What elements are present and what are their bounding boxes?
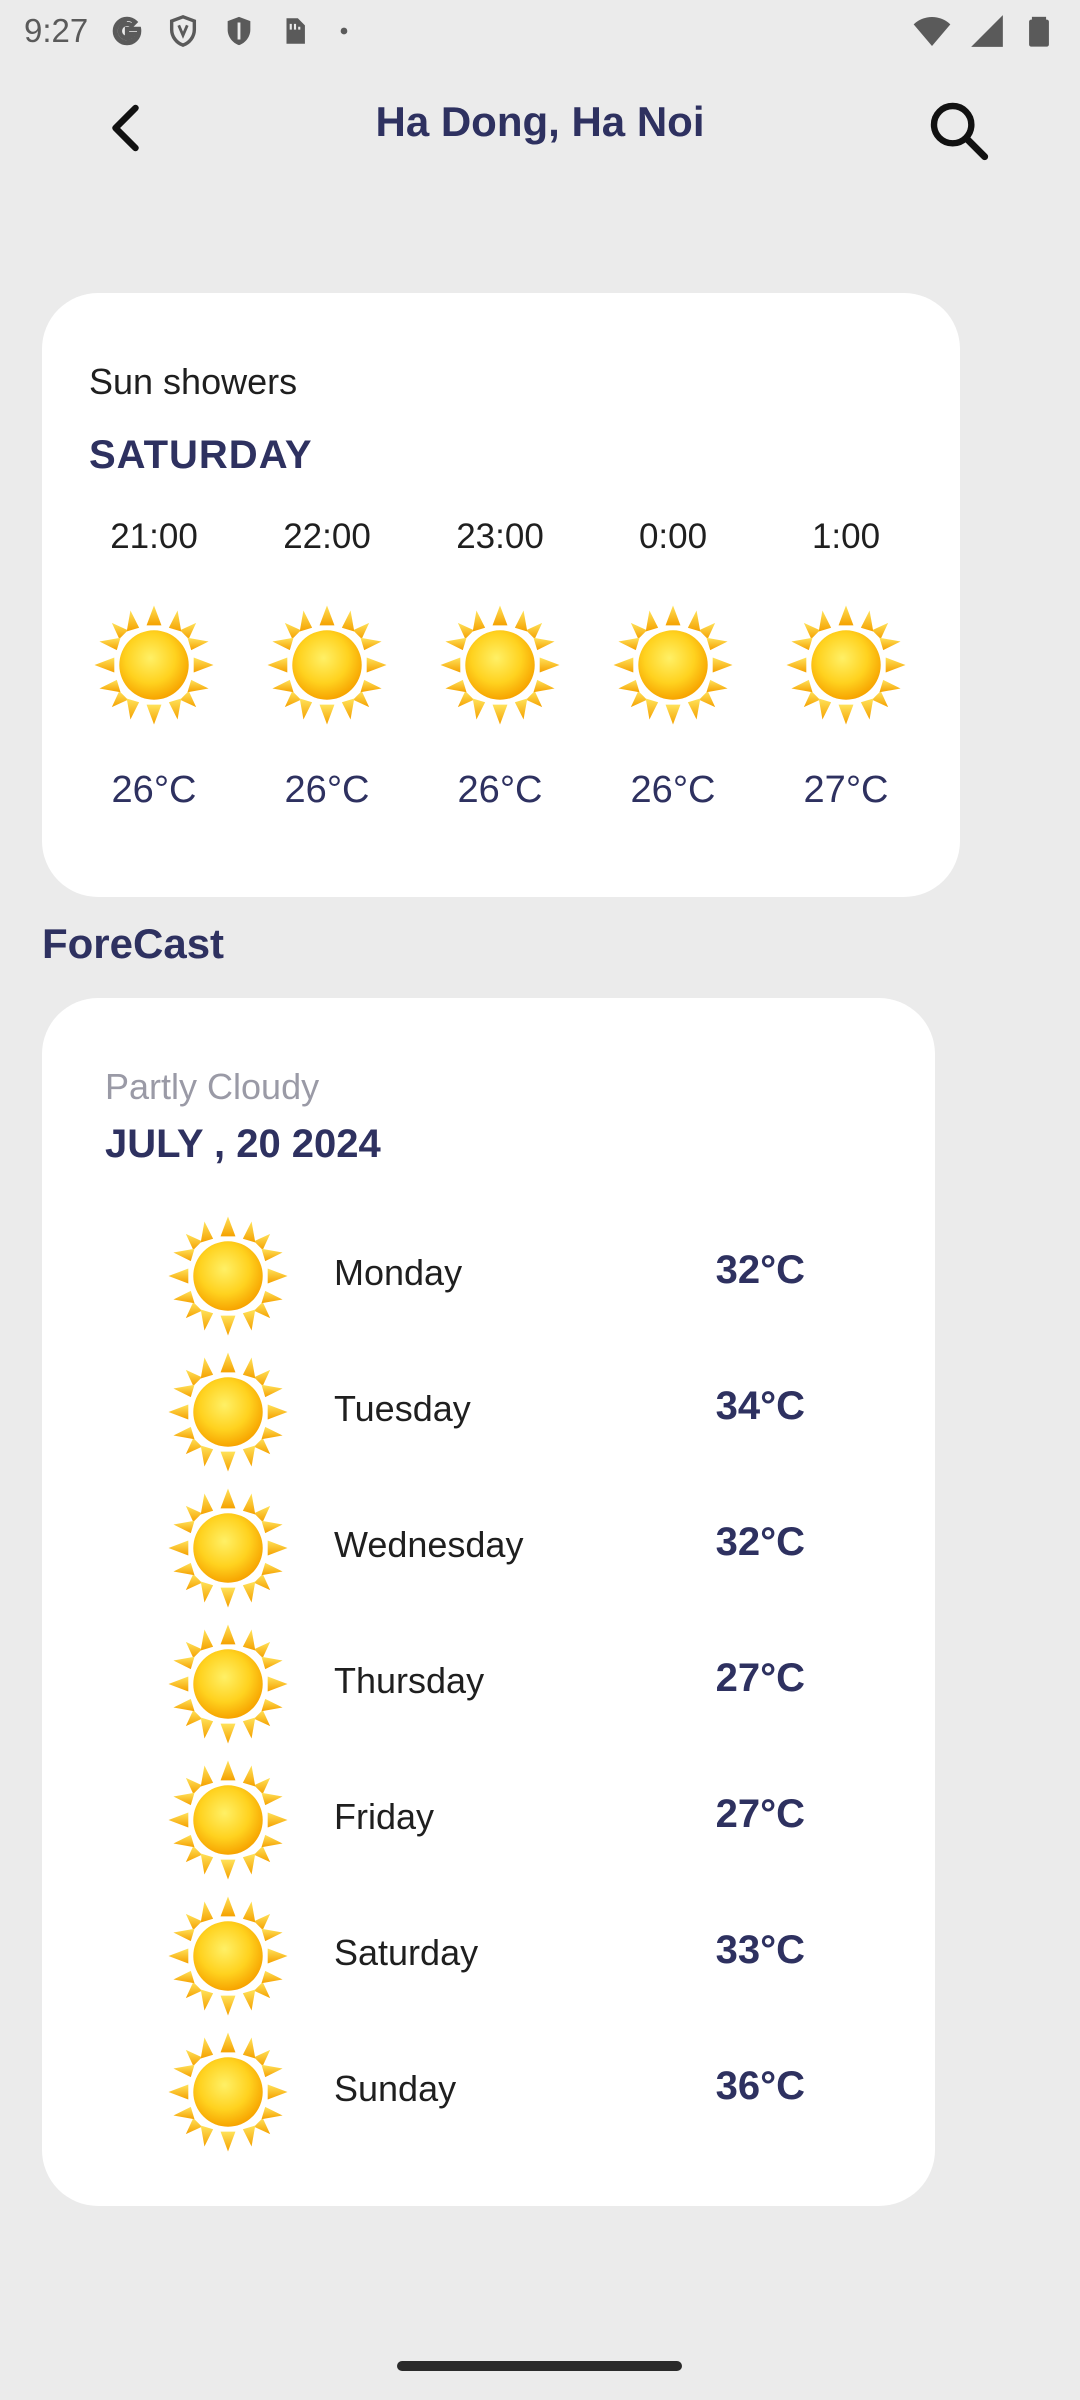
day-temp: 27°C bbox=[715, 1792, 805, 1836]
signal-icon bbox=[971, 15, 1003, 47]
shield-icon bbox=[227, 16, 251, 46]
day-temp: 34°C bbox=[715, 1384, 805, 1428]
sun-icon bbox=[166, 1214, 290, 1338]
sun-icon bbox=[166, 1486, 290, 1610]
wifi-icon bbox=[913, 17, 951, 46]
day-name: Monday bbox=[334, 1252, 463, 1293]
day-temp: 33°C bbox=[715, 1928, 805, 1972]
hour-temp: 26°C bbox=[111, 769, 197, 811]
status-time: 9:27 bbox=[24, 12, 89, 49]
hour-time: 21:00 bbox=[110, 517, 198, 556]
forecast-date: JULY , 20 2024 bbox=[105, 1122, 381, 1166]
hourly-item[interactable]: 22:00 26°C bbox=[263, 513, 391, 853]
hourly-item[interactable]: 1:00 27°C bbox=[782, 513, 910, 853]
sun-icon bbox=[166, 1758, 290, 1882]
day-temp: 32°C bbox=[715, 1520, 805, 1564]
status-bar: 9:27 bbox=[0, 0, 1080, 62]
google-icon bbox=[112, 16, 142, 46]
hour-temp: 26°C bbox=[630, 769, 716, 811]
day-name: Friday bbox=[334, 1796, 435, 1837]
forecast-day-row[interactable]: Tuesday 34°C bbox=[42, 1344, 935, 1480]
forecast-card: Partly Cloudy JULY , 20 2024 Monday 32°C… bbox=[42, 998, 935, 2206]
day-temp: 32°C bbox=[715, 1248, 805, 1292]
sun-icon bbox=[611, 603, 735, 727]
hour-time: 23:00 bbox=[456, 517, 544, 556]
hourly-item[interactable]: 0:00 26°C bbox=[609, 513, 737, 853]
forecast-condition: Partly Cloudy bbox=[105, 1066, 320, 1107]
sun-icon bbox=[784, 603, 908, 727]
battery-icon bbox=[1029, 16, 1049, 47]
sun-icon bbox=[166, 2030, 290, 2154]
hour-time: 1:00 bbox=[811, 517, 881, 556]
app-bar: Ha Dong, Ha Noi bbox=[0, 62, 1080, 192]
day-name: Sunday bbox=[334, 2068, 457, 2109]
day-name: Tuesday bbox=[334, 1388, 471, 1429]
forecast-section-title: ForeCast bbox=[42, 920, 225, 967]
hourly-day: SATURDAY bbox=[89, 433, 313, 477]
hourly-condition: Sun showers bbox=[89, 361, 298, 402]
sun-icon bbox=[265, 603, 389, 727]
hour-time: 22:00 bbox=[283, 517, 371, 556]
search-icon[interactable] bbox=[926, 98, 990, 162]
sun-icon bbox=[166, 1350, 290, 1474]
day-temp: 27°C bbox=[715, 1656, 805, 1700]
day-name: Saturday bbox=[334, 1932, 479, 1973]
sim-card-icon bbox=[286, 18, 306, 44]
home-indicator[interactable] bbox=[397, 2361, 682, 2371]
day-name: Thursday bbox=[334, 1660, 485, 1701]
forecast-day-row[interactable]: Saturday 33°C bbox=[42, 1888, 935, 2024]
forecast-day-row[interactable]: Thursday 27°C bbox=[42, 1616, 935, 1752]
hourly-item[interactable]: 23:00 26°C bbox=[436, 513, 564, 853]
sun-icon bbox=[438, 603, 562, 727]
vpn-shield-icon bbox=[170, 15, 197, 47]
sun-icon bbox=[92, 603, 216, 727]
forecast-day-row[interactable]: Wednesday 32°C bbox=[42, 1480, 935, 1616]
hour-temp: 26°C bbox=[457, 769, 543, 811]
forecast-day-row[interactable]: Friday 27°C bbox=[42, 1752, 935, 1888]
page-title: Ha Dong, Ha Noi bbox=[375, 98, 705, 145]
dot-icon bbox=[340, 27, 348, 35]
day-name: Wednesday bbox=[334, 1524, 524, 1565]
forecast-day-row[interactable]: Monday 32°C bbox=[42, 1208, 935, 1344]
sun-icon bbox=[166, 1622, 290, 1746]
day-temp: 36°C bbox=[715, 2064, 805, 2108]
hour-temp: 26°C bbox=[284, 769, 370, 811]
hour-temp: 27°C bbox=[803, 769, 889, 811]
sun-icon bbox=[166, 1894, 290, 2018]
hour-time: 0:00 bbox=[638, 517, 708, 556]
hourly-card: Sun showers SATURDAY 21:00 26°C 22:00 26… bbox=[42, 293, 960, 897]
forecast-day-row[interactable]: Sunday 36°C bbox=[42, 2024, 935, 2160]
hourly-item[interactable]: 21:00 26°C bbox=[90, 513, 218, 853]
forecast-day-list: Monday 32°C Tuesday 34°C Wednesday 32°C … bbox=[42, 1208, 935, 2160]
hourly-list: 21:00 26°C 22:00 26°C 23:00 26°C 0:00 26… bbox=[90, 513, 910, 853]
